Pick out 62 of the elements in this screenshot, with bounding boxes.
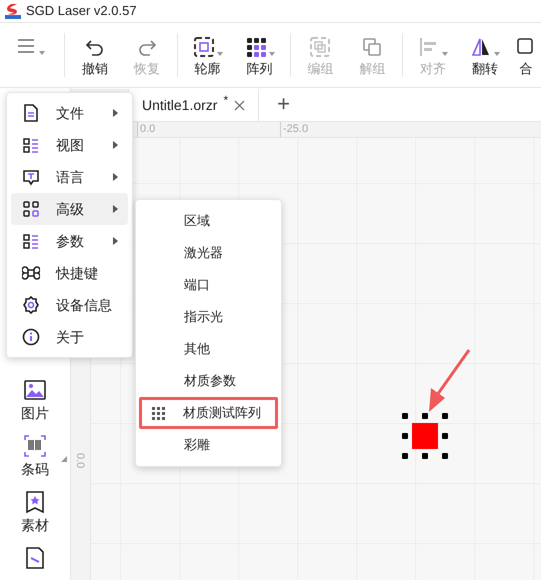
- outline-icon: [192, 36, 214, 58]
- file-icon: [22, 104, 40, 122]
- tool-button[interactable]: 图片: [5, 378, 65, 420]
- toolbar-button[interactable]: 合: [511, 27, 541, 83]
- document-icon: [23, 546, 47, 570]
- ruler-label: 0.0: [137, 122, 156, 137]
- menu-item[interactable]: 语言: [11, 161, 128, 193]
- submenu-arrow-icon: [113, 237, 118, 245]
- caret-icon: [39, 51, 45, 55]
- submenu-arrow-icon: [113, 109, 118, 117]
- speech-bubble-icon: [22, 168, 40, 186]
- caret-icon: [268, 52, 274, 56]
- menu-item[interactable]: 端口: [140, 269, 277, 301]
- tool-button[interactable]: 素材: [5, 490, 65, 532]
- selection-handles[interactable]: [402, 413, 448, 459]
- list-icon: [22, 136, 40, 154]
- menu-item[interactable]: 彩雕: [140, 429, 277, 461]
- menu-item[interactable]: 快捷键: [11, 257, 128, 289]
- menu-item[interactable]: 高级: [11, 193, 128, 225]
- close-icon[interactable]: [234, 100, 246, 110]
- new-tab-button[interactable]: +: [273, 93, 294, 115]
- ruler-label: -25.0: [280, 122, 308, 137]
- caret-icon: [494, 52, 500, 56]
- grid-icon: [244, 36, 266, 58]
- menu-item[interactable]: 材质测试阵列: [139, 397, 278, 429]
- info-icon: [22, 328, 40, 346]
- corner-triangle-icon: [61, 456, 67, 462]
- menu-item[interactable]: 文件: [11, 97, 128, 129]
- toolbar-button[interactable]: 轮廓: [182, 27, 234, 83]
- menu-item[interactable]: 视图: [11, 129, 128, 161]
- menu-item[interactable]: 其他: [140, 333, 277, 365]
- group-icon: [309, 36, 332, 58]
- caret-icon: [442, 52, 448, 56]
- ungroup-icon: [361, 36, 384, 58]
- submenu-arrow-icon: [113, 173, 118, 181]
- menu-item[interactable]: 关于: [11, 321, 128, 353]
- flip-icon: [470, 36, 492, 58]
- tool-button[interactable]: 条码: [5, 434, 65, 476]
- ruler-label: 0.0: [74, 453, 85, 468]
- menu-item[interactable]: 材质参数: [140, 365, 277, 397]
- caret-icon: [216, 52, 222, 56]
- grid-icon: [22, 200, 40, 218]
- window-title: SGD Laser v2.0.57: [26, 2, 137, 20]
- modified-marker: *: [223, 92, 228, 109]
- menu-item[interactable]: 激光器: [140, 237, 277, 269]
- menu-item[interactable]: 指示光: [140, 301, 277, 333]
- star-bookmark-icon: [23, 490, 47, 514]
- grid-icon: [152, 406, 165, 420]
- submenu-arrow-icon: [113, 205, 118, 213]
- toolbar-button[interactable]: 阵列: [234, 27, 286, 83]
- toolbar-button[interactable]: 翻转: [459, 27, 511, 83]
- menu-item[interactable]: 参数: [11, 225, 128, 257]
- menu-item[interactable]: 设备信息: [11, 289, 128, 321]
- submenu-arrow-icon: [113, 141, 118, 149]
- command-key-icon: [22, 264, 40, 282]
- gear-icon: [22, 296, 40, 314]
- app-logo-icon: [4, 2, 22, 20]
- list-icon: [22, 232, 40, 250]
- menu-item[interactable]: 区域: [140, 205, 277, 237]
- image-icon: [23, 378, 47, 402]
- barcode-icon: [23, 434, 47, 458]
- toolbar-button[interactable]: 撤销: [68, 27, 121, 83]
